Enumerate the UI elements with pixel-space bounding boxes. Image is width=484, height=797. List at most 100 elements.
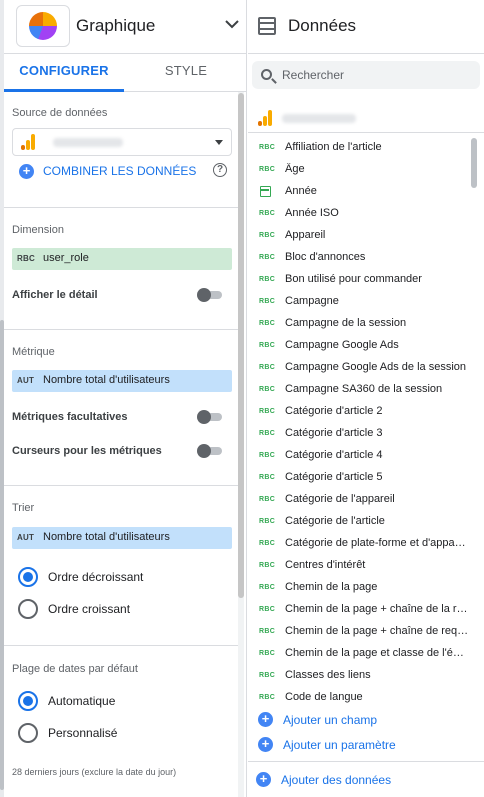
search-box[interactable] bbox=[252, 61, 480, 89]
add-parameter-label: Ajouter un paramètre bbox=[283, 738, 396, 752]
section-divider bbox=[4, 485, 238, 486]
date-auto-radio[interactable] bbox=[18, 691, 38, 711]
field-item[interactable]: RBC Chemin de la page + chaîne de requ… bbox=[248, 621, 476, 643]
add-parameter-button[interactable]: + Ajouter un paramètre bbox=[258, 735, 478, 755]
field-item[interactable]: RBC Chemin de la page et classe de l'écra… bbox=[248, 643, 476, 665]
field-type-tag: RBC bbox=[259, 518, 276, 525]
add-circle-icon: + bbox=[256, 772, 271, 787]
field-item[interactable]: RBC Catégorie d'article 3 bbox=[248, 423, 476, 445]
field-name: Chemin de la page bbox=[285, 581, 378, 593]
field-type-tag: RBC bbox=[259, 628, 276, 635]
field-item[interactable]: RBC Chemin de la page bbox=[248, 577, 476, 599]
field-name: Campagne Google Ads bbox=[285, 339, 399, 351]
field-type-tag: RBC bbox=[259, 386, 276, 393]
field-type-tag: RBC bbox=[259, 364, 276, 371]
field-item[interactable]: RBC Campagne de la session bbox=[248, 313, 476, 335]
panel-scrollbar-thumb[interactable] bbox=[238, 93, 244, 598]
field-name: Catégorie d'article 5 bbox=[285, 471, 383, 483]
field-item[interactable]: RBC Bloc d'annonces bbox=[248, 247, 476, 269]
field-name: Campagne de la session bbox=[285, 317, 407, 329]
data-panel-title: Données bbox=[288, 16, 357, 35]
data-source-title: Source de données bbox=[12, 107, 108, 119]
add-field-button[interactable]: + Ajouter un champ bbox=[258, 710, 478, 730]
field-item[interactable]: RBC Catégorie d'article 4 bbox=[248, 445, 476, 467]
field-item[interactable]: RBC Catégorie d'article 2 bbox=[248, 401, 476, 423]
field-item[interactable]: RBC Catégorie d'article 5 bbox=[248, 467, 476, 489]
metric-sliders-toggle[interactable] bbox=[197, 444, 223, 458]
sort-chip[interactable]: AUT Nombre total d'utilisateurs bbox=[12, 527, 232, 549]
field-list-scrollbar-thumb[interactable] bbox=[471, 138, 477, 188]
metric-chip-label: Nombre total d'utilisateurs bbox=[43, 374, 170, 386]
add-data-label: Ajouter des données bbox=[281, 773, 392, 787]
field-name: Catégorie de l'appareil bbox=[285, 493, 395, 505]
help-icon[interactable]: ? bbox=[213, 163, 227, 177]
field-name: Campagne SA360 de la session bbox=[285, 383, 443, 395]
field-name: Bon utilisé pour commander bbox=[285, 273, 422, 285]
field-type-tag: RBC bbox=[259, 144, 276, 151]
add-data-button[interactable]: + Ajouter des données bbox=[256, 770, 476, 790]
field-item[interactable]: RBC Chemin de la page + chaîne de la re… bbox=[248, 599, 476, 621]
date-range-note: 28 derniers jours (exclure la date du jo… bbox=[12, 767, 177, 777]
field-item[interactable]: RBC Campagne bbox=[248, 291, 476, 313]
field-name: Bloc d'annonces bbox=[285, 251, 366, 263]
field-item[interactable]: RBC Bon utilisé pour commander bbox=[248, 269, 476, 291]
chevron-down-icon[interactable] bbox=[222, 14, 242, 34]
field-item[interactable]: RBC Année ISO bbox=[248, 203, 476, 225]
field-item[interactable]: RBC Campagne Google Ads de la session bbox=[248, 357, 476, 379]
dimension-title: Dimension bbox=[12, 224, 64, 236]
dropdown-arrow-icon bbox=[215, 140, 223, 145]
sort-descending-radio[interactable] bbox=[18, 567, 38, 587]
sort-ascending-label: Ordre croissant bbox=[48, 602, 131, 616]
combine-data-link[interactable]: COMBINER LES DONNÉES bbox=[43, 164, 196, 178]
field-type-tag: RBC bbox=[259, 342, 276, 349]
field-item[interactable]: RBC Catégorie de l'article bbox=[248, 511, 476, 533]
add-circle-icon[interactable]: + bbox=[19, 164, 34, 179]
tab-configurer[interactable]: CONFIGURER bbox=[4, 54, 124, 92]
field-item[interactable]: RBC Code de langue bbox=[248, 687, 476, 709]
field-name: Chemin de la page + chaîne de requ… bbox=[285, 625, 469, 637]
field-type-tag: RBC bbox=[259, 496, 276, 503]
sort-chip-label: Nombre total d'utilisateurs bbox=[43, 531, 170, 543]
field-item[interactable]: RBC Affiliation de l'article bbox=[248, 137, 476, 159]
field-type-tag: RBC bbox=[259, 584, 276, 591]
field-type-tag: RBC bbox=[259, 232, 276, 239]
chart-type-selector[interactable]: Graphique bbox=[4, 0, 246, 54]
field-item[interactable]: RBC Âge bbox=[248, 159, 476, 181]
data-source-row[interactable] bbox=[248, 103, 484, 133]
field-name: Campagne bbox=[285, 295, 339, 307]
field-name: Catégorie de plate-forme et d'appareil bbox=[285, 537, 469, 549]
field-type-tag: RBC bbox=[259, 694, 276, 701]
sort-descending-label: Ordre décroissant bbox=[48, 570, 144, 584]
field-type-tag: RBC bbox=[259, 254, 276, 261]
outer-scrollbar-thumb[interactable] bbox=[0, 320, 4, 790]
field-item[interactable]: RBC Classes des liens bbox=[248, 665, 476, 687]
field-type-tag: RBC bbox=[259, 166, 276, 173]
dimension-chip[interactable]: RBC user_role bbox=[12, 248, 232, 270]
field-item[interactable]: RBC Catégorie de l'appareil bbox=[248, 489, 476, 511]
dimension-chip-label: user_role bbox=[43, 252, 89, 264]
field-item[interactable]: Année bbox=[248, 181, 476, 203]
field-item[interactable]: RBC Campagne Google Ads bbox=[248, 335, 476, 357]
field-type-tag: AUT bbox=[17, 533, 35, 542]
date-custom-label: Personnalisé bbox=[48, 726, 118, 740]
field-item[interactable]: RBC Catégorie de plate-forme et d'apparei… bbox=[248, 533, 476, 555]
field-type-tag: RBC bbox=[259, 650, 276, 657]
sort-ascending-radio[interactable] bbox=[18, 599, 38, 619]
search-input[interactable] bbox=[282, 66, 472, 84]
field-type-tag: AUT bbox=[17, 376, 35, 385]
field-item[interactable]: RBC Campagne SA360 de la session bbox=[248, 379, 476, 401]
chart-type-icon-box[interactable] bbox=[16, 5, 70, 47]
section-divider bbox=[4, 645, 238, 646]
metric-chip[interactable]: AUT Nombre total d'utilisateurs bbox=[12, 370, 232, 392]
field-name: Catégorie d'article 3 bbox=[285, 427, 383, 439]
date-custom-radio[interactable] bbox=[18, 723, 38, 743]
drill-down-toggle[interactable] bbox=[197, 288, 223, 302]
tab-style[interactable]: STYLE bbox=[126, 54, 246, 92]
field-item[interactable]: RBC Appareil bbox=[248, 225, 476, 247]
field-type-tag: RBC bbox=[259, 562, 276, 569]
field-name: Année bbox=[285, 185, 317, 197]
optional-metrics-toggle[interactable] bbox=[197, 410, 223, 424]
field-item[interactable]: RBC Centres d'intérêt bbox=[248, 555, 476, 577]
field-type-tag: RBC bbox=[259, 298, 276, 305]
data-source-dropdown[interactable] bbox=[12, 128, 232, 156]
